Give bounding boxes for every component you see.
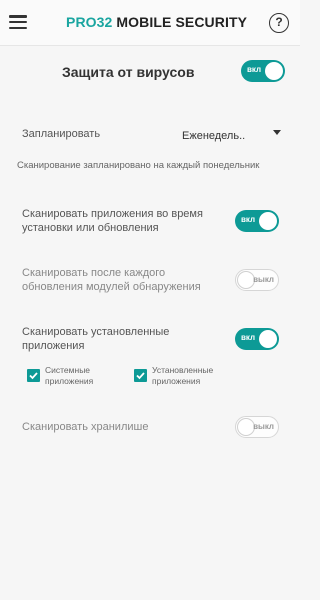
label-line: приложения [45, 376, 94, 386]
installed-apps-label: Установленные приложения [152, 365, 213, 387]
scan-installed-toggle[interactable]: вкл [235, 328, 279, 350]
toggle-label: вкл [241, 215, 256, 224]
label-line: Сканировать установленные [22, 326, 170, 338]
schedule-label: Запланировать [22, 128, 101, 140]
help-icon[interactable]: ? [269, 13, 289, 33]
label-line: Системные [45, 365, 91, 375]
system-apps-checkbox[interactable] [27, 369, 40, 382]
brand-part2: MOBILE SECURITY [112, 14, 248, 30]
label-line: Сканировать хранилише [22, 421, 149, 433]
toggle-knob [265, 62, 283, 80]
label-line: установки или обновления [22, 222, 159, 234]
label-line: приложения [22, 340, 85, 352]
setting-scan-on-install-label: Сканировать приложения во время установк… [22, 207, 203, 235]
schedule-selected-value: Еженедель.. [182, 130, 246, 142]
label-line: Сканировать после каждого [22, 267, 166, 279]
toggle-label: выкл [253, 275, 274, 284]
brand-part1: PRO32 [66, 14, 113, 30]
antivirus-master-toggle[interactable]: вкл [241, 60, 285, 82]
page-title: Защита от вирусов [62, 64, 195, 80]
toggle-knob [259, 212, 277, 230]
schedule-dropdown[interactable]: Еженедель.. [182, 126, 282, 142]
schedule-note: Сканирование запланировано на каждый пон… [17, 160, 260, 171]
setting-scan-after-update-label: Сканировать после каждого обновления мод… [22, 266, 201, 294]
installed-apps-checkbox[interactable] [134, 369, 147, 382]
system-apps-label: Системные приложения [45, 365, 93, 387]
label-line: Сканировать приложения во время [22, 208, 203, 220]
toggle-label: выкл [253, 422, 274, 431]
checkmark-icon [136, 372, 145, 380]
scan-storage-toggle[interactable]: выкл [235, 416, 279, 438]
menu-icon[interactable] [9, 15, 27, 29]
label-line: Установленные [152, 365, 214, 375]
label-line: приложения [152, 376, 201, 386]
label-line: обновления модулей обнаружения [22, 281, 201, 293]
setting-scan-installed-label: Сканировать установленные приложения [22, 325, 169, 353]
toggle-label: вкл [241, 333, 256, 342]
top-app-bar: PRO32 MOBILE SECURITY ? [0, 0, 300, 46]
toggle-label: вкл [247, 65, 262, 74]
toggle-knob [259, 330, 277, 348]
scan-after-update-toggle[interactable]: выкл [235, 269, 279, 291]
checkmark-icon [29, 372, 38, 380]
brand-logo: PRO32 MOBILE SECURITY [66, 14, 247, 30]
scan-on-install-toggle[interactable]: вкл [235, 210, 279, 232]
chevron-down-icon [273, 130, 281, 135]
setting-scan-storage-label: Сканировать хранилише [22, 420, 148, 434]
